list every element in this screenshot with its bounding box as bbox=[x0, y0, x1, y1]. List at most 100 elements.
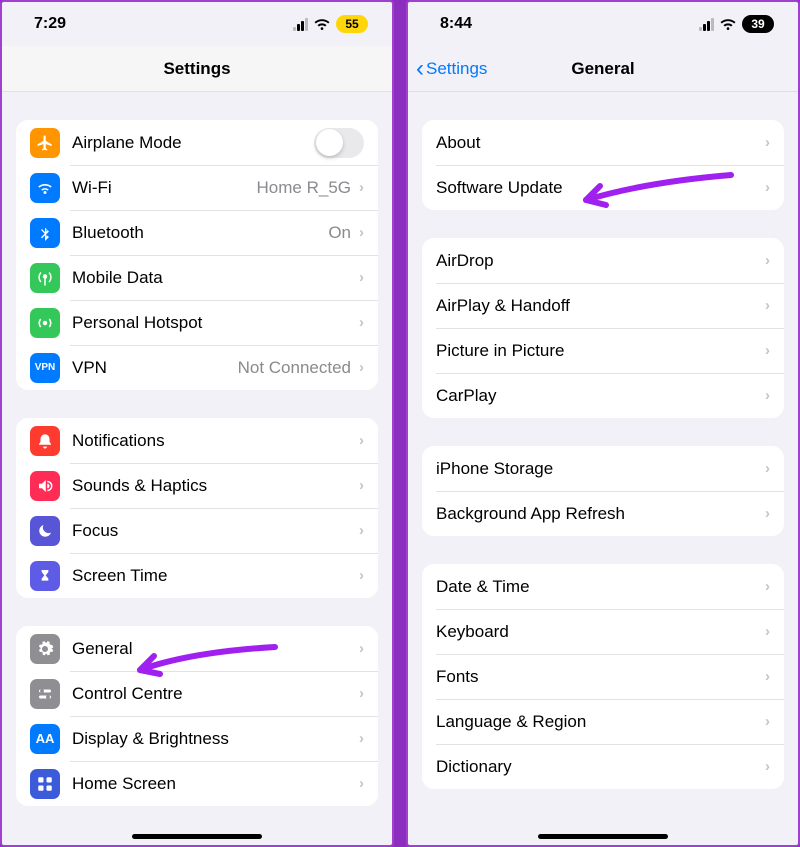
general-content[interactable]: About›Software Update›AirDrop›AirPlay & … bbox=[408, 92, 798, 845]
row-label: Sounds & Haptics bbox=[72, 476, 359, 496]
row-screen-time[interactable]: Screen Time› bbox=[16, 553, 378, 598]
battery-indicator: 55 bbox=[336, 15, 368, 33]
back-label: Settings bbox=[426, 59, 487, 79]
chevron-right-icon: › bbox=[359, 567, 364, 584]
chevron-left-icon: ‹ bbox=[416, 57, 424, 81]
row-label: Software Update bbox=[436, 178, 765, 198]
chevron-right-icon: › bbox=[359, 269, 364, 286]
moon-icon bbox=[30, 516, 60, 546]
row-label: Bluetooth bbox=[72, 223, 328, 243]
row-personal-hotspot[interactable]: Personal Hotspot› bbox=[16, 300, 378, 345]
row-fonts[interactable]: Fonts› bbox=[422, 654, 784, 699]
row-label: Display & Brightness bbox=[72, 729, 359, 749]
row-sounds-haptics[interactable]: Sounds & Haptics› bbox=[16, 463, 378, 508]
chevron-right-icon: › bbox=[765, 758, 770, 775]
row-date-time[interactable]: Date & Time› bbox=[422, 564, 784, 609]
row-label: CarPlay bbox=[436, 386, 765, 406]
home-indicator bbox=[132, 834, 262, 839]
row-label: Keyboard bbox=[436, 622, 765, 642]
chevron-right-icon: › bbox=[359, 432, 364, 449]
row-label: Background App Refresh bbox=[436, 504, 765, 524]
chevron-right-icon: › bbox=[359, 640, 364, 657]
row-carplay[interactable]: CarPlay› bbox=[422, 373, 784, 418]
row-label: About bbox=[436, 133, 765, 153]
row-display-brightness[interactable]: AADisplay & Brightness› bbox=[16, 716, 378, 761]
row-vpn[interactable]: VPNVPNNot Connected› bbox=[16, 345, 378, 390]
chevron-right-icon: › bbox=[359, 522, 364, 539]
row-picture-in-picture[interactable]: Picture in Picture› bbox=[422, 328, 784, 373]
row-bluetooth[interactable]: BluetoothOn › bbox=[16, 210, 378, 255]
chevron-right-icon: › bbox=[765, 668, 770, 685]
row-control-centre[interactable]: Control Centre› bbox=[16, 671, 378, 716]
status-bar: 8:44 39 bbox=[408, 2, 798, 46]
home-indicator bbox=[538, 834, 668, 839]
nav-header: ‹ Settings General bbox=[408, 46, 798, 92]
settings-group: iPhone Storage›Background App Refresh› bbox=[422, 446, 784, 536]
row-iphone-storage[interactable]: iPhone Storage› bbox=[422, 446, 784, 491]
row-label: AirDrop bbox=[436, 251, 765, 271]
back-button[interactable]: ‹ Settings bbox=[416, 57, 487, 81]
row-airplane-mode[interactable]: Airplane Mode bbox=[16, 120, 378, 165]
chevron-right-icon: › bbox=[765, 134, 770, 151]
chevron-right-icon: › bbox=[359, 224, 364, 241]
row-label: VPN bbox=[72, 358, 238, 378]
row-dictionary[interactable]: Dictionary› bbox=[422, 744, 784, 789]
row-value: On bbox=[328, 223, 351, 243]
row-keyboard[interactable]: Keyboard› bbox=[422, 609, 784, 654]
row-label: Control Centre bbox=[72, 684, 359, 704]
switches-icon bbox=[30, 679, 60, 709]
row-value: Not Connected bbox=[238, 358, 351, 378]
settings-group: Airplane ModeWi-FiHome R_5G› BluetoothOn ›… bbox=[16, 120, 378, 390]
row-label: Personal Hotspot bbox=[72, 313, 359, 333]
page-title: Settings bbox=[163, 59, 230, 79]
row-label: Dictionary bbox=[436, 757, 765, 777]
settings-group: AirDrop›AirPlay & Handoff›Picture in Pic… bbox=[422, 238, 784, 418]
row-label: Fonts bbox=[436, 667, 765, 687]
settings-group: General›Control Centre›AADisplay & Brigh… bbox=[16, 626, 378, 806]
cellular-signal-icon bbox=[699, 18, 714, 31]
row-mobile-data[interactable]: Mobile Data› bbox=[16, 255, 378, 300]
row-language-region[interactable]: Language & Region› bbox=[422, 699, 784, 744]
wifi-icon bbox=[30, 173, 60, 203]
vpn-icon: VPN bbox=[30, 353, 60, 383]
chevron-right-icon: › bbox=[765, 297, 770, 314]
row-about[interactable]: About› bbox=[422, 120, 784, 165]
bell-icon bbox=[30, 426, 60, 456]
chevron-right-icon: › bbox=[359, 179, 364, 196]
row-software-update[interactable]: Software Update› bbox=[422, 165, 784, 210]
chevron-right-icon: › bbox=[765, 713, 770, 730]
chevron-right-icon: › bbox=[765, 342, 770, 359]
settings-group: Date & Time›Keyboard›Fonts›Language & Re… bbox=[422, 564, 784, 789]
row-airdrop[interactable]: AirDrop› bbox=[422, 238, 784, 283]
page-title: General bbox=[571, 59, 634, 79]
wifi-icon bbox=[313, 17, 331, 31]
bluetooth-icon bbox=[30, 218, 60, 248]
row-focus[interactable]: Focus› bbox=[16, 508, 378, 553]
row-label: Language & Region bbox=[436, 712, 765, 732]
chevron-right-icon: › bbox=[765, 387, 770, 404]
settings-content[interactable]: Airplane ModeWi-FiHome R_5G› BluetoothOn ›… bbox=[2, 92, 392, 845]
row-notifications[interactable]: Notifications› bbox=[16, 418, 378, 463]
aa-icon: AA bbox=[30, 724, 60, 754]
settings-group: Notifications›Sounds & Haptics›Focus›Scr… bbox=[16, 418, 378, 598]
status-time: 8:44 bbox=[440, 15, 472, 33]
row-label: Mobile Data bbox=[72, 268, 359, 288]
airplane-mode-toggle[interactable] bbox=[314, 128, 364, 158]
row-airplay-handoff[interactable]: AirPlay & Handoff› bbox=[422, 283, 784, 328]
row-label: Home Screen bbox=[72, 774, 359, 794]
row-label: Notifications bbox=[72, 431, 359, 451]
chevron-right-icon: › bbox=[765, 179, 770, 196]
row-wi-fi[interactable]: Wi-FiHome R_5G› bbox=[16, 165, 378, 210]
chevron-right-icon: › bbox=[359, 314, 364, 331]
chevron-right-icon: › bbox=[359, 685, 364, 702]
gear-icon bbox=[30, 634, 60, 664]
hourglass-icon bbox=[30, 561, 60, 591]
chevron-right-icon: › bbox=[765, 252, 770, 269]
status-time: 7:29 bbox=[34, 15, 66, 33]
row-background-app-refresh[interactable]: Background App Refresh› bbox=[422, 491, 784, 536]
status-bar: 7:29 55 bbox=[2, 2, 392, 46]
row-general[interactable]: General› bbox=[16, 626, 378, 671]
row-home-screen[interactable]: Home Screen› bbox=[16, 761, 378, 806]
airplane-icon bbox=[30, 128, 60, 158]
chevron-right-icon: › bbox=[765, 505, 770, 522]
